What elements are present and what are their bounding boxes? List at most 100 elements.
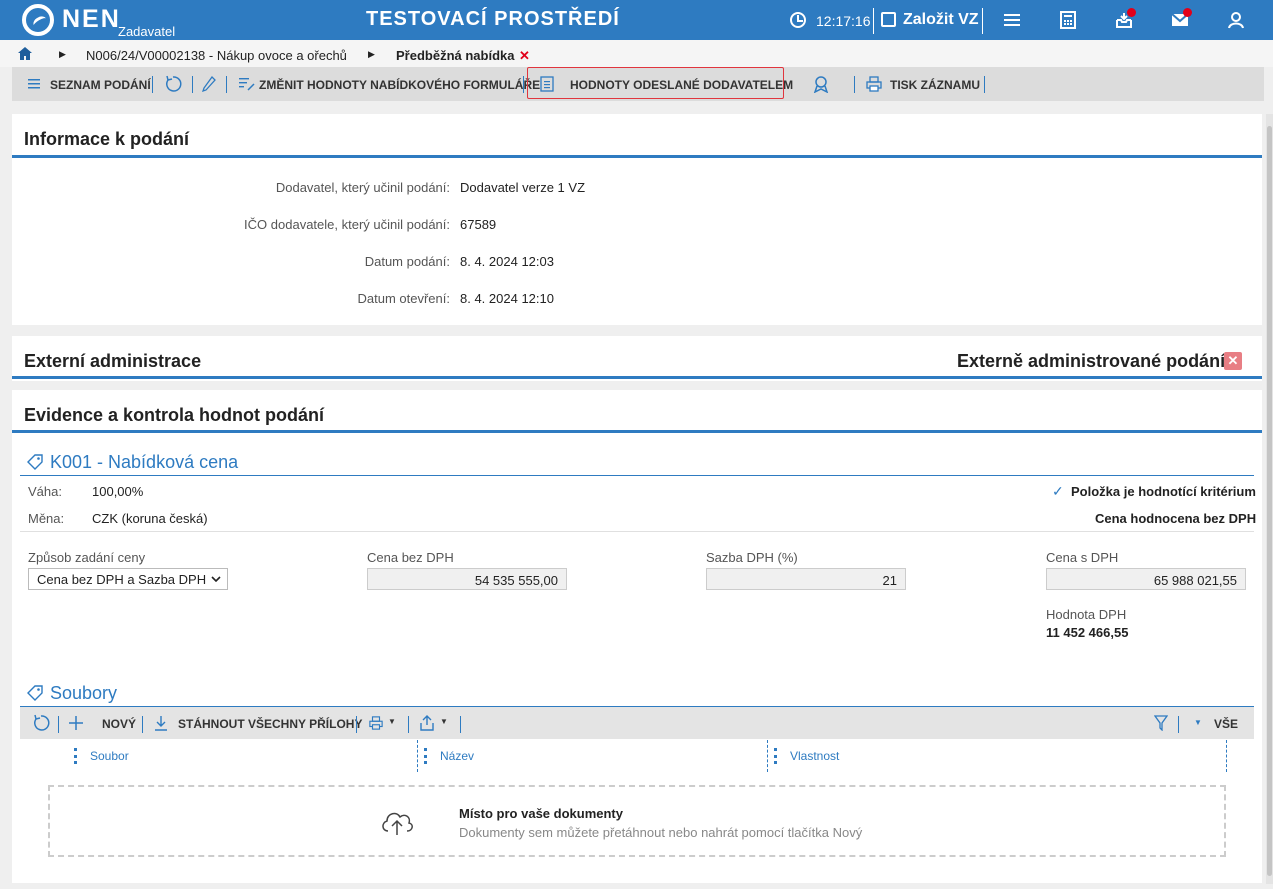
environment-title: TESTOVACÍ PROSTŘEDÍ bbox=[366, 8, 620, 30]
pencil-icon[interactable] bbox=[202, 76, 216, 92]
criterion-title: K001 - Nabídková cena bbox=[50, 452, 239, 472]
divider bbox=[20, 531, 1254, 532]
price-mode-label: Způsob zadání ceny bbox=[28, 550, 146, 565]
close-tab-icon[interactable]: ✕ bbox=[519, 48, 530, 64]
new-vz-button[interactable]: Založit VZ bbox=[903, 11, 979, 29]
caret-down-icon[interactable]: ▼ bbox=[388, 717, 396, 726]
info-panel: Informace k podání Dodavatel, který učin… bbox=[12, 114, 1262, 325]
calculator-icon[interactable] bbox=[1059, 11, 1077, 29]
supplier-label: Dodavatel, který učinil podání: bbox=[275, 180, 450, 195]
separator bbox=[356, 716, 357, 733]
opening-date-value: 8. 4. 2024 12:10 bbox=[460, 291, 554, 306]
plus-icon bbox=[69, 716, 83, 730]
column-divider bbox=[1226, 740, 1227, 772]
column-handle[interactable] bbox=[424, 748, 427, 764]
external-title: Externí administrace bbox=[24, 351, 202, 371]
download-icon bbox=[155, 716, 167, 731]
export-icon[interactable] bbox=[420, 715, 434, 731]
nen-logo-icon[interactable] bbox=[22, 4, 54, 36]
menu-icon[interactable] bbox=[1003, 11, 1021, 29]
files-toolbar: NOVÝ STÁHNOUT VŠECHNY PŘÍLOHY ▼ ▼ ▼ VŠE bbox=[20, 707, 1254, 739]
separator bbox=[984, 76, 985, 93]
list-icon bbox=[28, 79, 40, 89]
check-icon: ✓ bbox=[1052, 483, 1064, 499]
document-icon bbox=[540, 76, 554, 92]
breadcrumb-item-current: Předběžná nabídka bbox=[396, 48, 515, 63]
drop-zone-title: Místo pro vaše dokumenty bbox=[459, 806, 623, 821]
external-flag-icon: ✕ bbox=[1224, 352, 1242, 370]
separator bbox=[460, 716, 461, 733]
home-icon[interactable] bbox=[18, 47, 32, 60]
view-all-button[interactable]: VŠE bbox=[1214, 717, 1238, 731]
drop-zone-hint: Dokumenty sem můžete přetáhnout nebo nah… bbox=[459, 825, 863, 840]
opening-date-label: Datum otevření: bbox=[357, 291, 451, 306]
chevron-right-icon: ▶ bbox=[368, 49, 375, 59]
tag-icon bbox=[27, 685, 43, 701]
info-title: Informace k podání bbox=[24, 129, 190, 149]
column-handle[interactable] bbox=[74, 748, 77, 764]
column-divider bbox=[767, 740, 768, 772]
evaluation-criterion-flag: Položka je hodnotící kritérium bbox=[1071, 484, 1256, 499]
refresh-icon[interactable] bbox=[164, 75, 182, 93]
change-form-values-button[interactable]: ZMĚNIT HODNOTY NABÍDKOVÉHO FORMULÁŘE bbox=[259, 78, 540, 92]
files-title: Soubory bbox=[50, 683, 118, 703]
separator bbox=[58, 716, 59, 733]
column-header-property[interactable]: Vlastnost bbox=[790, 749, 839, 763]
award-icon[interactable] bbox=[812, 75, 830, 93]
separator bbox=[226, 76, 227, 93]
evidence-panel: Evidence a kontrola hodnot podání K001 -… bbox=[12, 390, 1262, 883]
scrollbar-thumb[interactable] bbox=[1267, 126, 1272, 876]
column-handle[interactable] bbox=[774, 748, 777, 764]
top-bar: NEN Zadavatel TESTOVACÍ PROSTŘEDÍ 12:17:… bbox=[0, 0, 1273, 40]
submission-date-value: 8. 4. 2024 12:03 bbox=[460, 254, 554, 269]
price-mode-select[interactable]: Cena bez DPH a Sazba DPH bbox=[28, 568, 228, 590]
print-record-button[interactable]: TISK ZÁZNAMU bbox=[890, 78, 980, 92]
divider bbox=[12, 430, 1262, 433]
edit-values-icon bbox=[239, 78, 255, 91]
column-divider bbox=[417, 740, 418, 772]
notification-badge bbox=[1183, 8, 1192, 17]
column-header-file[interactable]: Soubor bbox=[90, 749, 129, 763]
printer-icon bbox=[866, 76, 882, 92]
session-time: 12:17:16 bbox=[816, 13, 871, 29]
currency-value: CZK (koruna česká) bbox=[92, 511, 208, 526]
vat-rate-field[interactable]: 21 bbox=[706, 568, 906, 590]
price-excl-vat-field[interactable]: 54 535 555,00 bbox=[367, 568, 567, 590]
separator bbox=[142, 716, 143, 733]
printer-icon[interactable] bbox=[368, 716, 384, 730]
currency-label: Měna: bbox=[28, 511, 65, 526]
separator bbox=[408, 716, 409, 733]
breadcrumb-item-contract[interactable]: N006/24/V00002138 - Nákup ovoce a ořechů bbox=[86, 48, 347, 63]
price-incl-vat-label: Cena s DPH bbox=[1046, 550, 1119, 565]
sent-values-label[interactable]: HODNOTY ODESLANÉ DODAVATELEM bbox=[570, 78, 793, 92]
refresh-icon[interactable] bbox=[32, 714, 50, 732]
user-role: Zadavatel bbox=[118, 24, 176, 39]
divider bbox=[12, 376, 1262, 379]
clock-icon bbox=[790, 12, 806, 28]
external-panel: Externí administrace Externě administrov… bbox=[12, 336, 1262, 381]
ico-label: IČO dodavatele, který učinil podání: bbox=[244, 217, 450, 232]
caret-down-icon[interactable]: ▼ bbox=[1194, 718, 1202, 727]
new-file-button[interactable]: NOVÝ bbox=[102, 717, 136, 731]
file-drop-zone[interactable]: Místo pro vaše dokumenty Dokumenty sem m… bbox=[48, 785, 1226, 857]
submission-date-label: Datum podání: bbox=[364, 254, 450, 269]
divider bbox=[20, 475, 1254, 476]
filter-icon[interactable] bbox=[1154, 715, 1168, 731]
submission-list-button[interactable]: SEZNAM PODÁNÍ bbox=[50, 78, 151, 92]
user-icon[interactable] bbox=[1227, 11, 1245, 29]
chevron-right-icon: ▶ bbox=[59, 49, 66, 59]
separator bbox=[1178, 716, 1179, 733]
caret-down-icon[interactable]: ▼ bbox=[440, 717, 448, 726]
column-header-name[interactable]: Název bbox=[440, 749, 474, 763]
divider bbox=[12, 155, 1262, 158]
download-all-button[interactable]: STÁHNOUT VŠECHNY PŘÍLOHY bbox=[178, 717, 362, 731]
price-incl-vat-field[interactable]: 65 988 021,55 bbox=[1046, 568, 1246, 590]
separator bbox=[982, 8, 983, 34]
vat-amount-value: 11 452 466,55 bbox=[1046, 625, 1129, 640]
separator bbox=[873, 8, 874, 34]
brand-name[interactable]: NEN bbox=[62, 5, 121, 34]
external-flag-label: Externě administrované podání: bbox=[957, 351, 1232, 371]
edit-icon[interactable] bbox=[881, 12, 896, 27]
weight-value: 100,00% bbox=[92, 484, 144, 499]
scrollbar-track[interactable] bbox=[1266, 114, 1273, 884]
